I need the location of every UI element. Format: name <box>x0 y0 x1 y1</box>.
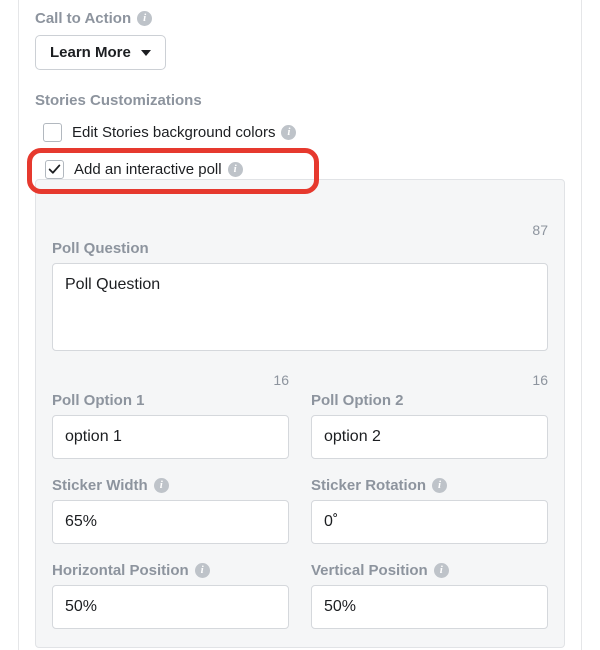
poll-option2-input[interactable] <box>311 415 548 459</box>
info-icon[interactable]: i <box>195 563 210 578</box>
info-icon[interactable]: i <box>281 125 296 140</box>
info-icon[interactable]: i <box>228 162 243 177</box>
vertical-position-label: Vertical Position <box>311 562 428 579</box>
poll-option2-cell: 16 Poll Option 2 <box>311 372 548 459</box>
sticker-rotation-label: Sticker Rotation <box>311 477 426 494</box>
info-icon[interactable]: i <box>154 478 169 493</box>
poll-question-label: Poll Question <box>52 240 548 257</box>
add-poll-label: Add an interactive poll <box>74 161 222 178</box>
add-poll-row: Add an interactive poll i <box>41 154 565 185</box>
horizontal-position-label: Horizontal Position <box>52 562 189 579</box>
poll-option1-label: Poll Option 1 <box>52 392 289 409</box>
sticker-width-cell: Sticker Width i <box>52 477 289 544</box>
form-container: Call to Action i Learn More Stories Cust… <box>18 0 582 650</box>
vertical-position-input[interactable] <box>311 585 548 629</box>
vertical-position-cell: Vertical Position i <box>311 562 548 629</box>
poll-panel: 87 Poll Question Poll Question 16 Poll O… <box>35 179 565 648</box>
cta-dropdown[interactable]: Learn More <box>35 35 166 70</box>
sticker-rotation-input[interactable] <box>311 500 548 544</box>
horizontal-position-cell: Horizontal Position i <box>52 562 289 629</box>
edit-bg-checkbox[interactable] <box>43 123 62 142</box>
poll-option1-cell: 16 Poll Option 1 <box>52 372 289 459</box>
poll-option1-input[interactable] <box>52 415 289 459</box>
cta-label-text: Call to Action <box>35 10 131 27</box>
add-poll-checkbox[interactable] <box>45 160 64 179</box>
sticker-width-input[interactable] <box>52 500 289 544</box>
cta-dropdown-value: Learn More <box>50 44 131 61</box>
chevron-down-icon <box>141 50 151 56</box>
check-icon <box>48 163 61 176</box>
edit-bg-row: Edit Stories background colors i <box>41 119 565 146</box>
cta-label: Call to Action i <box>35 10 565 27</box>
poll-option2-counter: 16 <box>311 372 548 388</box>
poll-question-counter: 87 <box>52 222 548 238</box>
edit-bg-label: Edit Stories background colors <box>72 124 275 141</box>
sticker-rotation-cell: Sticker Rotation i <box>311 477 548 544</box>
info-icon[interactable]: i <box>434 563 449 578</box>
poll-question-input[interactable]: Poll Question <box>52 263 548 351</box>
info-icon[interactable]: i <box>137 11 152 26</box>
poll-option2-label: Poll Option 2 <box>311 392 548 409</box>
horizontal-position-input[interactable] <box>52 585 289 629</box>
sticker-width-label: Sticker Width <box>52 477 148 494</box>
stories-section-title: Stories Customizations <box>35 92 565 109</box>
poll-option1-counter: 16 <box>52 372 289 388</box>
info-icon[interactable]: i <box>432 478 447 493</box>
